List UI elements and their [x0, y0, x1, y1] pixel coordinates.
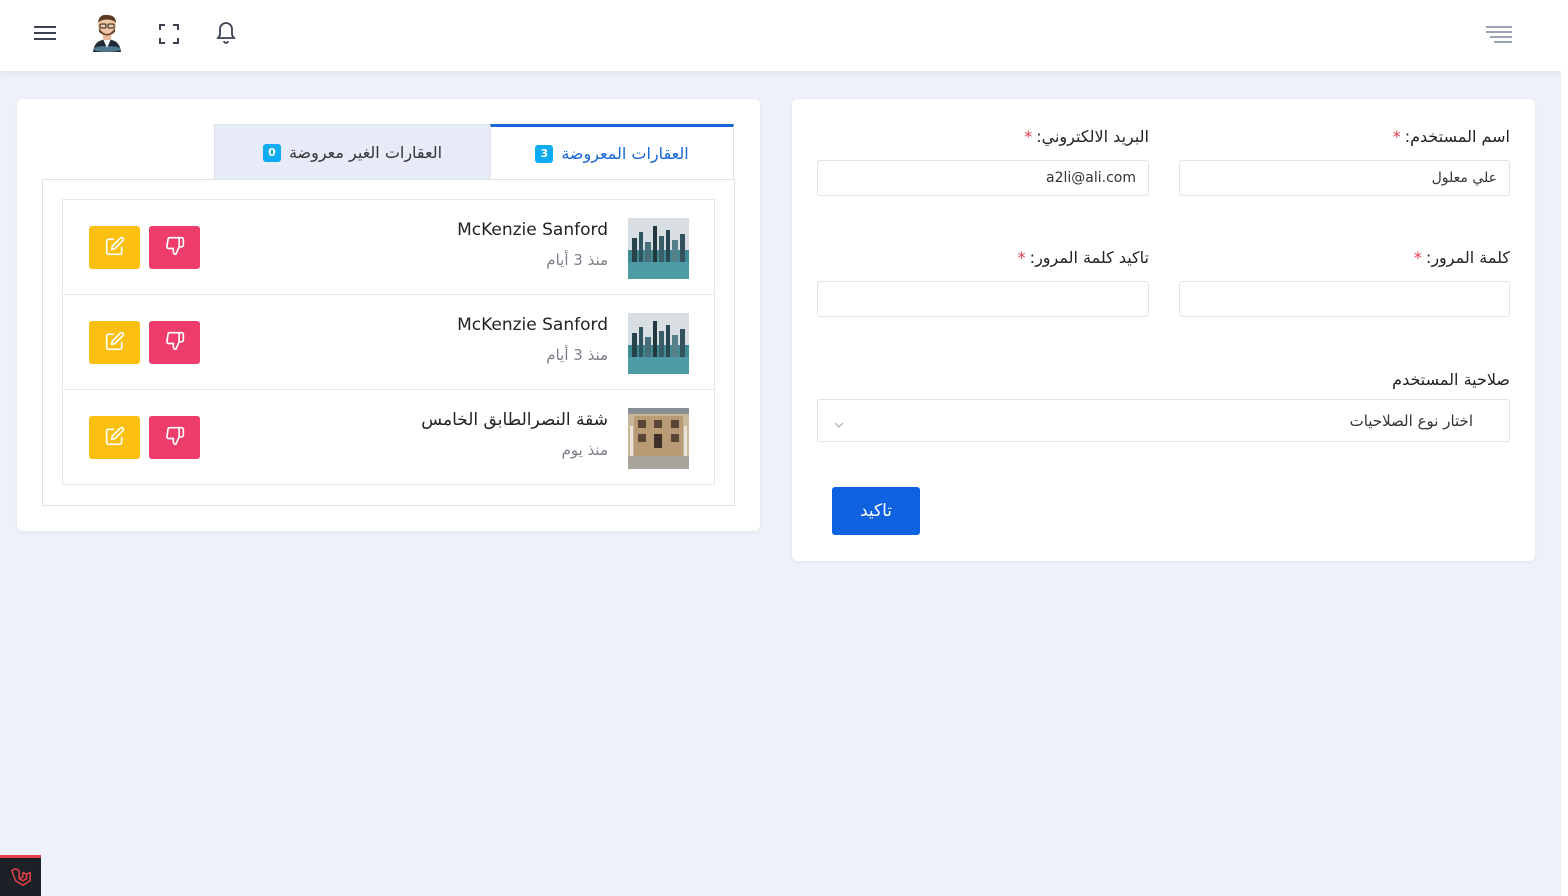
top-navbar — [0, 0, 1561, 71]
tab-label: العقارات الغير معروضة — [288, 143, 443, 162]
tab-unlisted-properties[interactable]: العقارات الغير معروضة 0 — [214, 124, 491, 180]
edit-icon — [105, 331, 125, 354]
edit-button[interactable] — [89, 416, 140, 459]
email-field[interactable] — [817, 160, 1149, 196]
property-time: منذ 3 أيام — [546, 251, 608, 269]
username-label-text: اسم المستخدم: — [1404, 127, 1510, 146]
list-item: McKenzie Sanford منذ 3 أيام — [62, 294, 715, 390]
submit-button[interactable]: تاكيد — [832, 487, 920, 535]
chevron-down-icon — [834, 414, 844, 433]
property-thumbnail[interactable] — [628, 313, 689, 374]
property-thumbnail[interactable] — [628, 408, 689, 469]
tab-listed-properties[interactable]: العقارات المعروضة 3 — [490, 124, 734, 180]
edit-icon — [105, 426, 125, 449]
role-select[interactable]: اختار نوع الصلاحيات — [817, 399, 1510, 442]
required-mark: * — [1024, 127, 1033, 146]
role-select-value: اختار نوع الصلاحيات — [1349, 412, 1473, 430]
tab-label: العقارات المعروضة — [561, 144, 689, 163]
laravel-debugbar-icon[interactable] — [0, 855, 41, 896]
bell-icon[interactable] — [214, 20, 238, 46]
email-label: البريد الالكتروني:* — [1024, 127, 1149, 146]
list-item: شقة النصرالطابق الخامس منذ يوم — [62, 389, 715, 485]
fullscreen-icon[interactable] — [157, 22, 181, 46]
edit-button[interactable] — [89, 226, 140, 269]
username-field[interactable] — [1179, 160, 1510, 196]
email-label-text: البريد الالكتروني: — [1036, 127, 1149, 146]
confirm-password-label: تاكيد كلمة المرور:* — [1018, 248, 1149, 267]
property-title[interactable]: McKenzie Sanford — [457, 315, 608, 335]
scrollbar[interactable] — [1561, 0, 1568, 896]
password-label: كلمة المرور:* — [1414, 248, 1510, 267]
avatar[interactable] — [90, 12, 124, 52]
property-title[interactable]: McKenzie Sanford — [457, 220, 608, 240]
unlist-button[interactable] — [149, 321, 200, 364]
property-time: منذ يوم — [561, 441, 608, 459]
thumbs-down-icon — [165, 331, 185, 354]
username-label: اسم المستخدم:* — [1393, 127, 1510, 146]
required-mark: * — [1017, 248, 1026, 267]
confirm-password-label-text: تاكيد كلمة المرور: — [1029, 248, 1149, 267]
count-badge: 0 — [262, 143, 281, 162]
confirm-password-field[interactable] — [817, 281, 1149, 317]
unlist-button[interactable] — [149, 416, 200, 459]
thumbs-down-icon — [165, 426, 185, 449]
password-label-text: كلمة المرور: — [1425, 248, 1510, 267]
menu-icon[interactable] — [33, 23, 57, 43]
property-title[interactable]: شقة النصرالطابق الخامس — [421, 410, 608, 430]
thumbs-down-icon — [165, 236, 185, 259]
required-mark: * — [1392, 127, 1401, 146]
edit-icon — [105, 236, 125, 259]
count-badge: 3 — [535, 144, 554, 163]
property-thumbnail[interactable] — [628, 218, 689, 279]
required-mark: * — [1413, 248, 1422, 267]
role-label: صلاحية المستخدم — [1392, 370, 1510, 389]
align-right-icon[interactable] — [1485, 24, 1513, 44]
password-field[interactable] — [1179, 281, 1510, 317]
unlist-button[interactable] — [149, 226, 200, 269]
list-item: McKenzie Sanford منذ 3 أيام — [62, 199, 715, 295]
edit-button[interactable] — [89, 321, 140, 364]
property-time: منذ 3 أيام — [546, 346, 608, 364]
